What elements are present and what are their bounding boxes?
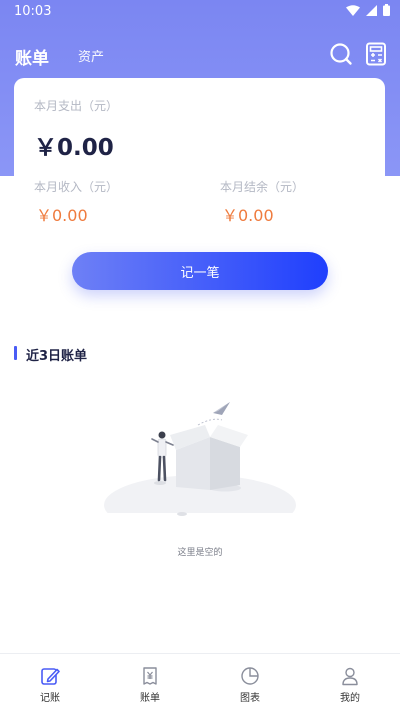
balance-value: ￥0.00	[222, 206, 274, 225]
monthly-summary-card: 本月支出（元） ￥0.00 本月收入（元） ￥0.00 本月结余（元） ￥0.0…	[14, 78, 385, 225]
status-icons	[346, 4, 390, 16]
nav-label-bills: 账单	[140, 693, 160, 704]
battery-icon	[383, 4, 390, 16]
status-bar: 10:03	[0, 0, 400, 24]
user-icon	[342, 667, 358, 686]
nav-item-record[interactable]: 记账	[20, 666, 80, 704]
tab-assets[interactable]: 资产	[78, 46, 104, 65]
signal-icon	[366, 4, 377, 16]
calculator-icon[interactable]	[363, 41, 389, 67]
nav-item-mine[interactable]: 我的	[320, 666, 380, 704]
nav-label-record: 记账	[40, 693, 60, 704]
income-label: 本月收入（元）	[34, 180, 119, 194]
nav-item-bills[interactable]: 账单	[120, 666, 180, 704]
top-navigation: 账单 资产	[0, 36, 400, 72]
expense-label: 本月支出（元）	[34, 99, 119, 113]
nav-label-mine: 我的	[340, 693, 360, 704]
nav-label-chart: 图表	[240, 693, 260, 704]
income-value: ￥0.00	[36, 206, 88, 225]
search-icon[interactable]	[328, 41, 354, 67]
bottom-navigation: 记账 账单 图表 我的	[0, 653, 400, 711]
tab-bills[interactable]: 账单	[15, 44, 49, 69]
record-entry-button[interactable]: 记一笔	[72, 252, 328, 290]
empty-state-text: 这里是空的	[177, 548, 223, 558]
edit-icon	[41, 668, 60, 685]
section-accent-bar	[14, 346, 17, 360]
balance-label: 本月结余（元）	[220, 180, 305, 194]
expense-value: ￥0.00	[34, 135, 114, 161]
bill-icon	[143, 667, 157, 685]
empty-box-illustration	[100, 402, 300, 525]
wifi-icon	[346, 4, 360, 16]
chart-icon	[241, 667, 259, 685]
status-time: 10:03	[14, 4, 52, 19]
nav-item-chart[interactable]: 图表	[220, 666, 280, 704]
recent-bills-title: 近3日账单	[26, 349, 88, 364]
